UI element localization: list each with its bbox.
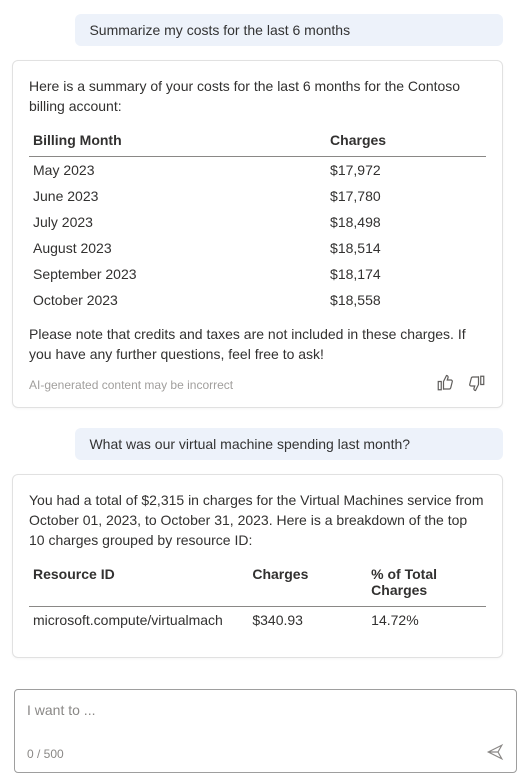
table-row: June 2023$17,780	[29, 183, 486, 209]
char-counter: 0 / 500	[27, 747, 64, 761]
cost-summary-table: Billing Month Charges May 2023$17,972 Ju…	[29, 126, 486, 313]
header-charges: Charges	[326, 126, 486, 157]
user-message-text: Summarize my costs for the last 6 months	[89, 22, 350, 38]
ai-intro-text: You had a total of $2,315 in charges for…	[29, 491, 486, 550]
header-billing-month: Billing Month	[29, 126, 326, 157]
table-row: microsoft.compute/virtualmach $340.93 14…	[29, 607, 486, 634]
chat-scroll-area[interactable]: Summarize my costs for the last 6 months…	[0, 0, 515, 680]
feedback-controls	[436, 374, 486, 395]
ai-footnote: Please note that credits and taxes are n…	[29, 325, 486, 364]
table-row: October 2023$18,558	[29, 287, 486, 313]
vm-breakdown-table: Resource ID Charges % of Total Charges m…	[29, 560, 486, 633]
table-row: September 2023$18,174	[29, 261, 486, 287]
ai-response-card: Here is a summary of your costs for the …	[12, 60, 503, 408]
chat-input-box[interactable]: I want to ... 0 / 500	[14, 689, 517, 773]
ai-response-card: You had a total of $2,315 in charges for…	[12, 474, 503, 658]
send-icon[interactable]	[486, 743, 504, 764]
ai-intro-text: Here is a summary of your costs for the …	[29, 77, 486, 116]
table-row: August 2023$18,514	[29, 235, 486, 261]
thumbs-down-icon[interactable]	[468, 374, 486, 395]
user-message: What was our virtual machine spending la…	[75, 428, 503, 460]
thumbs-up-icon[interactable]	[436, 374, 454, 395]
header-pct-total: % of Total Charges	[367, 560, 486, 607]
user-message: Summarize my costs for the last 6 months	[75, 14, 503, 46]
table-row: May 2023$17,972	[29, 157, 486, 184]
ai-disclaimer: AI-generated content may be incorrect	[29, 378, 233, 392]
input-placeholder: I want to ...	[27, 702, 504, 718]
header-resource-id: Resource ID	[29, 560, 248, 607]
table-row: July 2023$18,498	[29, 209, 486, 235]
header-charges: Charges	[248, 560, 367, 607]
user-message-text: What was our virtual machine spending la…	[89, 436, 410, 452]
